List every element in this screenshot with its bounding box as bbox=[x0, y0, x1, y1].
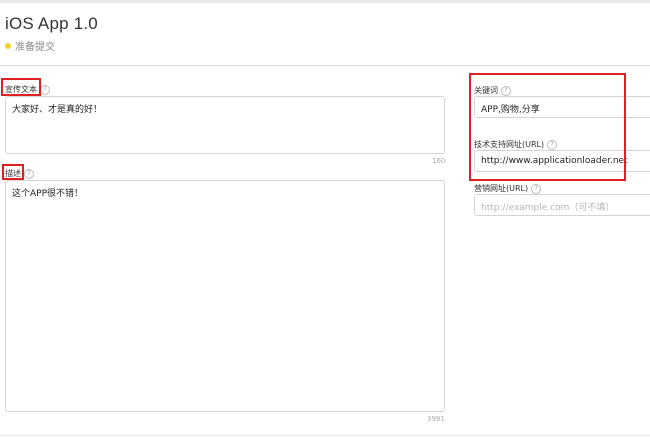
support-url-label: 技术支持网址(URL) bbox=[474, 140, 545, 149]
description-textarea[interactable]: 这个APP很不错！ bbox=[5, 180, 445, 412]
description-label: 描述 bbox=[5, 169, 21, 178]
marketing-url-placeholder: http://example.com（可不填） bbox=[481, 203, 615, 213]
promo-char-counter: 160 bbox=[432, 157, 446, 165]
support-url-input[interactable]: http://www.applicationloader.net bbox=[474, 150, 650, 172]
keywords-input[interactable]: APP,购物,分享 bbox=[474, 96, 650, 118]
help-icon[interactable]: ? bbox=[501, 85, 511, 96]
help-icon[interactable]: ? bbox=[547, 139, 558, 150]
app-status: 准备提交 bbox=[5, 38, 55, 53]
marketing-url-label-row: 营销网址(URL) ? bbox=[474, 183, 542, 194]
help-icon[interactable]: ? bbox=[531, 183, 542, 194]
promo-label-row: 宣传文本 ? bbox=[5, 84, 50, 95]
promo-label: 宣传文本 bbox=[5, 85, 37, 94]
bottom-divider bbox=[0, 435, 650, 436]
keywords-label-row: 关键词 ? bbox=[474, 85, 511, 96]
marketing-url-input[interactable]: http://example.com（可不填） bbox=[474, 194, 650, 216]
header-divider bbox=[0, 65, 650, 66]
app-title: iOS App 1.0 bbox=[5, 14, 98, 33]
help-icon[interactable]: ? bbox=[40, 84, 50, 95]
support-url-value: http://www.applicationloader.net bbox=[481, 156, 628, 166]
marketing-url-label: 营销网址(URL) bbox=[474, 184, 529, 193]
status-text: 准备提交 bbox=[15, 42, 55, 53]
description-char-counter: 3991 bbox=[427, 415, 445, 423]
description-text-value: 这个APP很不错！ bbox=[12, 189, 84, 199]
support-url-label-row: 技术支持网址(URL) ? bbox=[474, 139, 558, 150]
promo-text-value: 大家好、才是真的好！ bbox=[12, 105, 103, 115]
help-icon[interactable]: ? bbox=[24, 168, 34, 179]
description-label-row: 描述 ? bbox=[5, 168, 34, 179]
keywords-value: APP,购物,分享 bbox=[481, 105, 540, 115]
status-dot-icon bbox=[5, 42, 11, 49]
promo-textarea[interactable]: 大家好、才是真的好！ bbox=[5, 96, 445, 154]
top-border bbox=[0, 0, 650, 3]
keywords-label: 关键词 bbox=[474, 86, 498, 95]
